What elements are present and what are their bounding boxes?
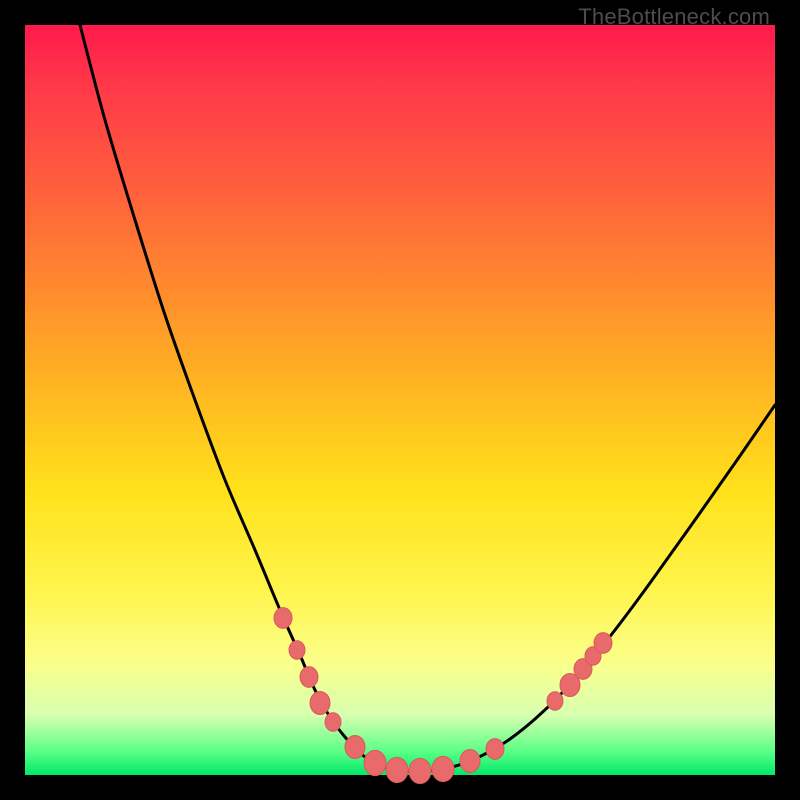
chart-frame — [25, 25, 775, 775]
chart-svg — [25, 25, 775, 775]
curve-marker — [310, 692, 330, 715]
watermark-text: TheBottleneck.com — [578, 4, 770, 30]
curve-marker — [409, 758, 431, 783]
curve-marker — [460, 750, 480, 773]
curve-marker — [594, 633, 612, 654]
curve-marker — [432, 756, 454, 781]
curve-marker — [289, 641, 305, 659]
curve-marker — [547, 692, 563, 710]
bottleneck-curve — [80, 25, 775, 771]
curve-marker — [486, 739, 504, 760]
curve-marker — [364, 750, 386, 775]
curve-marker — [325, 713, 341, 731]
curve-markers — [274, 608, 612, 784]
curve-marker — [300, 667, 318, 688]
curve-marker — [274, 608, 292, 629]
curve-marker — [345, 736, 365, 759]
curve-marker — [386, 757, 408, 782]
